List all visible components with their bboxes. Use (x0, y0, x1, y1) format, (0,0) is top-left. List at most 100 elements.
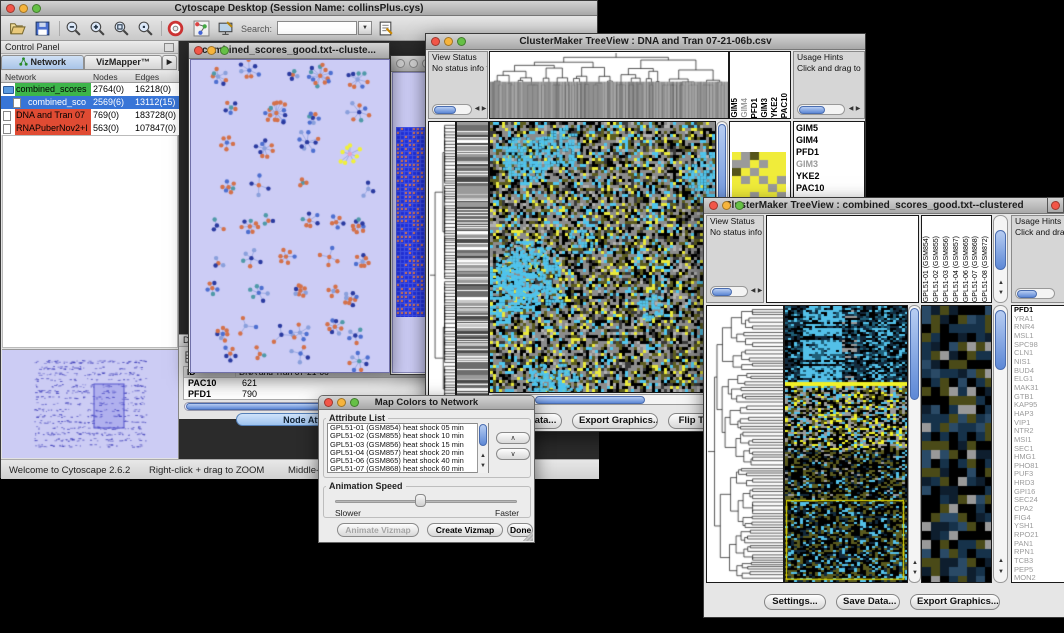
minimize-icon[interactable] (207, 46, 216, 55)
close-icon[interactable] (709, 201, 718, 210)
gene-label[interactable]: CPA2 (1012, 505, 1064, 514)
scrollbar-thumb[interactable] (434, 106, 456, 114)
gene-label[interactable]: NIS1 (1012, 358, 1064, 367)
move-up-button[interactable]: ∧ (496, 432, 530, 444)
move-down-button[interactable]: ∨ (496, 448, 530, 460)
gene-label[interactable]: SEC24 (1012, 496, 1064, 505)
gene-label[interactable]: TCB3 (1012, 557, 1064, 566)
zoom-window-icon[interactable] (735, 201, 744, 210)
resize-grip[interactable] (523, 531, 533, 541)
gene-label[interactable]: HRD3 (1012, 479, 1064, 488)
scroll-down-icon[interactable]: ▼ (997, 290, 1005, 297)
column-label[interactable]: PFD1 (750, 98, 760, 118)
minimize-icon[interactable] (19, 4, 28, 13)
column-label[interactable]: PAC10 (780, 93, 790, 118)
column-label[interactable]: YKE2 (770, 97, 780, 118)
treeview-combined-titlebar[interactable]: ClusterMaker TreeView : combined_scores_… (704, 198, 1064, 214)
column-label[interactable]: GIM5 (730, 98, 740, 118)
report-icon[interactable] (377, 20, 394, 37)
treeview-dna-titlebar[interactable]: ClusterMaker TreeView : DNA and Tran 07-… (426, 34, 865, 50)
search-input[interactable] (277, 21, 357, 35)
tab-vizmapper[interactable]: VizMapper™ (84, 55, 162, 70)
gene-label[interactable]: MSI1 (1012, 436, 1064, 445)
view-status-scrollbar[interactable] (432, 104, 472, 115)
search-dropdown-icon[interactable]: ▼ (358, 21, 372, 35)
save-icon[interactable] (34, 20, 51, 37)
gene-label[interactable]: VIP1 (1012, 419, 1064, 428)
zoom-heatmap-canvas[interactable] (922, 306, 991, 582)
gene-label[interactable]: GTB1 (1012, 393, 1064, 402)
scrollbar-thumb[interactable] (799, 106, 825, 114)
gene-label[interactable]: YSH1 (1012, 522, 1064, 531)
row-dendrogram-canvas[interactable] (429, 122, 455, 412)
open-file-icon[interactable] (9, 20, 26, 37)
column-label[interactable]: GPL51-06 (GSM865) (962, 236, 972, 302)
column-dendrogram-panel[interactable] (489, 51, 729, 119)
column-label[interactable]: GPL51-03 (GSM856) (942, 236, 952, 302)
column-label[interactable]: GIM3 (760, 98, 770, 118)
labels-vscrollbar[interactable]: ▲ ▼ (993, 215, 1008, 303)
main-titlebar[interactable]: Cytoscape Desktop (Session Name: collins… (1, 1, 597, 16)
col-network[interactable]: Network (5, 72, 36, 82)
scroll-right-icon[interactable]: ▶ (756, 288, 764, 295)
scrollbar-thumb[interactable] (995, 310, 1006, 370)
gene-label[interactable]: GIM3 (794, 158, 864, 170)
dialog-titlebar[interactable]: Map Colors to Network (319, 396, 534, 410)
gene-label[interactable]: KAP95 (1012, 401, 1064, 410)
scrollbar-thumb[interactable] (479, 424, 487, 446)
scrollbar-thumb[interactable] (1017, 290, 1037, 298)
attribute-item[interactable]: GPL51-07 (GSM868) heat shock 60 min (328, 465, 488, 473)
slider-thumb[interactable] (415, 494, 426, 507)
scroll-right-icon[interactable]: ▶ (854, 106, 862, 113)
zoom-out-icon[interactable] (65, 20, 82, 37)
scroll-up-icon[interactable]: ▲ (479, 453, 487, 460)
gene-label[interactable]: CLN1 (1012, 349, 1064, 358)
float-panel-icon[interactable] (164, 43, 174, 52)
column-label[interactable]: GPL51-04 (GSM857) (952, 236, 962, 302)
close-icon[interactable] (324, 398, 333, 407)
gene-label[interactable]: PUF3 (1012, 470, 1064, 479)
tab-network[interactable]: Network (1, 55, 84, 70)
close-icon[interactable] (6, 4, 15, 13)
column-label[interactable]: GPL51-01 (GSM854) (922, 236, 932, 302)
network-view-canvas-area[interactable] (190, 59, 390, 373)
gene-label[interactable]: GIM5 (794, 122, 864, 134)
network-list-row[interactable]: combined_scores 2764(0) 16218(0) (1, 83, 179, 96)
heatmap-canvas[interactable] (785, 306, 907, 582)
birdseye-view[interactable] (2, 349, 178, 458)
row-dendrogram-canvas[interactable] (707, 306, 783, 582)
attribute-list-scrollbar[interactable]: ▲ ▼ (477, 423, 488, 473)
heatmap-canvas[interactable] (490, 122, 715, 392)
zoom-window-icon[interactable] (457, 37, 466, 46)
scroll-down-icon[interactable]: ▼ (479, 463, 487, 470)
zoom-heatmap-panel[interactable] (921, 305, 992, 583)
network-canvas[interactable] (191, 60, 389, 372)
zoom-selected-icon[interactable] (137, 20, 154, 37)
gene-label[interactable]: BUD4 (1012, 367, 1064, 376)
network-view-titlebar[interactable]: combined_scores_good.txt--cluste... (189, 43, 389, 59)
export-graphics-button[interactable]: Export Graphics... (910, 594, 1000, 610)
gene-label[interactable]: ELG1 (1012, 375, 1064, 384)
gene-label[interactable]: SPC98 (1012, 341, 1064, 350)
gene-label[interactable]: MAK31 (1012, 384, 1064, 393)
scrollbar-thumb[interactable] (535, 396, 645, 404)
help-lifering-icon[interactable] (167, 20, 184, 37)
gene-label[interactable]: MON2 (1012, 574, 1064, 583)
gene-label[interactable]: PHO81 (1012, 462, 1064, 471)
col-nodes[interactable]: Nodes (93, 72, 118, 82)
network-list-row[interactable]: combined_sco 2569(6) 13112(15) (1, 96, 179, 109)
column-label[interactable]: GPL51-02 (GSM855) (932, 236, 942, 302)
export-graphics-button[interactable]: Export Graphics... (572, 413, 658, 429)
col-edges[interactable]: Edges (135, 72, 159, 82)
minimize-icon[interactable] (409, 59, 418, 68)
scroll-down-icon[interactable]: ▼ (997, 569, 1005, 576)
zoom-window-icon[interactable] (32, 4, 41, 13)
scroll-up-icon[interactable]: ▲ (997, 558, 1005, 565)
network-list-row[interactable]: DNA and Tran 07 769(0) 183728(0) (1, 109, 179, 122)
column-dendrogram-panel[interactable] (766, 215, 919, 303)
gene-label[interactable]: RPN1 (1012, 548, 1064, 557)
gene-label[interactable]: RPO21 (1012, 531, 1064, 540)
gene-label[interactable]: RNR4 (1012, 323, 1064, 332)
scroll-up-icon[interactable]: ▲ (997, 280, 1005, 287)
zoom-vscrollbar[interactable]: ▲ ▼ (993, 305, 1008, 583)
